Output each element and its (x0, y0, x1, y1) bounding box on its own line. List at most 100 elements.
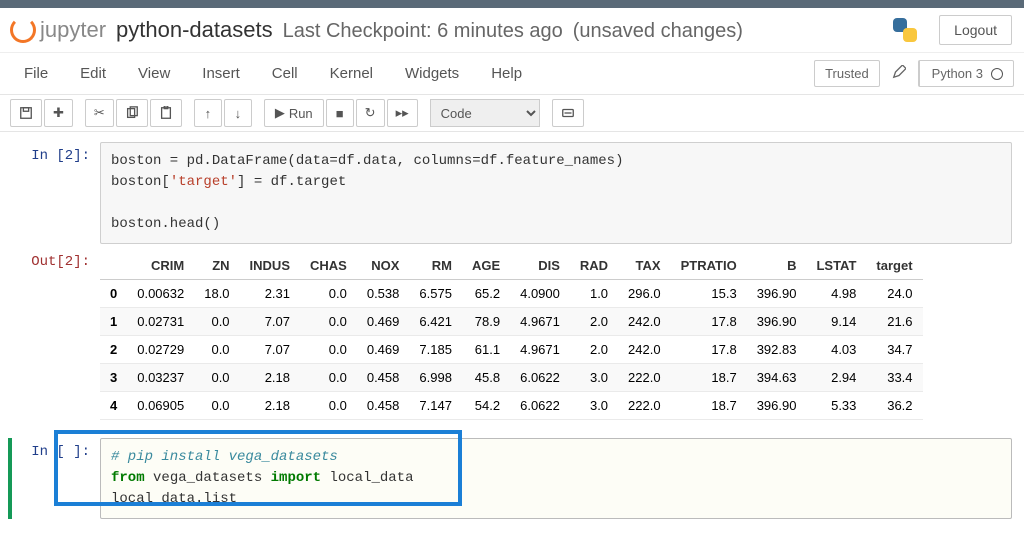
paste-button[interactable] (150, 99, 182, 127)
output-prompt: Out[2]: (12, 248, 100, 420)
command-palette-button[interactable] (552, 99, 584, 127)
df-cell: 4.9671 (510, 336, 570, 364)
df-header-cell: DIS (510, 252, 570, 280)
df-header-cell: target (866, 252, 922, 280)
df-cell: 4.03 (806, 336, 866, 364)
df-header-cell: RM (409, 252, 462, 280)
df-cell: 4.0900 (510, 280, 570, 308)
checkpoint-text: Last Checkpoint: 6 minutes ago (283, 20, 563, 43)
df-cell: 0.0 (300, 392, 357, 420)
input-prompt: In [ ]: (12, 438, 100, 519)
df-cell: 17.8 (671, 336, 747, 364)
df-cell: 78.9 (462, 308, 510, 336)
df-cell: 394.63 (747, 364, 807, 392)
menu-file[interactable]: File (10, 57, 62, 90)
df-cell: 2.31 (240, 280, 300, 308)
menu-cell[interactable]: Cell (258, 57, 312, 90)
df-cell: 1 (100, 308, 127, 336)
save-button[interactable] (10, 99, 42, 127)
trusted-indicator[interactable]: Trusted (814, 60, 880, 87)
df-cell: 65.2 (462, 280, 510, 308)
jupyter-logo[interactable]: jupyter (10, 17, 106, 43)
df-cell: 4.98 (806, 280, 866, 308)
df-cell: 2.0 (570, 308, 618, 336)
df-cell: 0 (100, 280, 127, 308)
df-cell: 3.0 (570, 364, 618, 392)
df-cell: 392.83 (747, 336, 807, 364)
menu-insert[interactable]: Insert (188, 57, 254, 90)
df-cell: 4.9671 (510, 308, 570, 336)
df-cell: 3.0 (570, 392, 618, 420)
df-header-cell: CHAS (300, 252, 357, 280)
df-cell: 34.7 (866, 336, 922, 364)
kernel-name: Python 3 (932, 66, 983, 81)
df-cell: 7.07 (240, 308, 300, 336)
tool-bar: ✚ ✂ ↑ ↓ ▶ Run ■ ↻ ▸▸ Code (0, 95, 1024, 132)
cell-type-select[interactable]: Code (430, 99, 540, 127)
df-cell: 15.3 (671, 280, 747, 308)
df-header-cell: TAX (618, 252, 671, 280)
menu-help[interactable]: Help (477, 57, 536, 90)
df-cell: 0.06905 (127, 392, 194, 420)
df-cell: 0.00632 (127, 280, 194, 308)
df-cell: 2.18 (240, 392, 300, 420)
df-cell: 0.0 (300, 308, 357, 336)
df-cell: 6.421 (409, 308, 462, 336)
df-cell: 222.0 (618, 364, 671, 392)
df-header-cell: B (747, 252, 807, 280)
table-row: 00.0063218.02.310.00.5386.57565.24.09001… (100, 280, 923, 308)
restart-button[interactable]: ↻ (356, 99, 385, 127)
jupyter-logo-text: jupyter (40, 17, 106, 43)
code-input[interactable]: boston = pd.DataFrame(data=df.data, colu… (100, 142, 1012, 244)
df-cell: 18.0 (194, 280, 239, 308)
df-cell: 6.0622 (510, 392, 570, 420)
df-cell: 7.147 (409, 392, 462, 420)
df-cell: 2.0 (570, 336, 618, 364)
run-button[interactable]: ▶ Run (264, 99, 324, 127)
menu-edit[interactable]: Edit (66, 57, 120, 90)
python-logo-icon (889, 14, 921, 46)
code-cell-active[interactable]: In [ ]: # pip install vega_datasets from… (8, 438, 1012, 519)
df-cell: 6.575 (409, 280, 462, 308)
input-prompt: In [2]: (12, 142, 100, 244)
df-cell: 18.7 (671, 364, 747, 392)
df-cell: 296.0 (618, 280, 671, 308)
run-label: Run (289, 106, 313, 121)
df-header-cell: ZN (194, 252, 239, 280)
code-input[interactable]: # pip install vega_datasets from vega_da… (100, 438, 1012, 519)
df-cell: 4 (100, 392, 127, 420)
df-cell: 0.538 (357, 280, 410, 308)
df-cell: 9.14 (806, 308, 866, 336)
restart-run-all-button[interactable]: ▸▸ (387, 99, 418, 127)
notebook-header: jupyter python-datasets Last Checkpoint:… (0, 8, 1024, 53)
cut-button[interactable]: ✂ (85, 99, 114, 127)
interrupt-button[interactable]: ■ (326, 99, 354, 127)
table-row: 40.069050.02.180.00.4587.14754.26.06223.… (100, 392, 923, 420)
df-cell: 2.18 (240, 364, 300, 392)
df-cell: 24.0 (866, 280, 922, 308)
kernel-indicator[interactable]: Python 3 (918, 60, 1014, 87)
df-cell: 0.0 (194, 336, 239, 364)
df-cell: 0.02729 (127, 336, 194, 364)
df-cell: 242.0 (618, 336, 671, 364)
move-down-button[interactable]: ↓ (224, 99, 252, 127)
menu-view[interactable]: View (124, 57, 184, 90)
copy-button[interactable] (116, 99, 148, 127)
df-cell: 21.6 (866, 308, 922, 336)
menu-kernel[interactable]: Kernel (316, 57, 387, 90)
df-cell: 3 (100, 364, 127, 392)
df-cell: 0.469 (357, 308, 410, 336)
kernel-status-icon (991, 68, 1003, 80)
edit-icon[interactable] (884, 60, 914, 87)
df-cell: 0.0 (194, 392, 239, 420)
move-up-button[interactable]: ↑ (194, 99, 222, 127)
df-cell: 54.2 (462, 392, 510, 420)
notebook-name[interactable]: python-datasets (116, 17, 273, 43)
code-cell[interactable]: In [2]: boston = pd.DataFrame(data=df.da… (12, 142, 1012, 244)
menu-widgets[interactable]: Widgets (391, 57, 473, 90)
logout-button[interactable]: Logout (939, 15, 1012, 45)
df-header-cell: NOX (357, 252, 410, 280)
df-cell: 222.0 (618, 392, 671, 420)
df-cell: 242.0 (618, 308, 671, 336)
add-cell-button[interactable]: ✚ (44, 99, 73, 127)
